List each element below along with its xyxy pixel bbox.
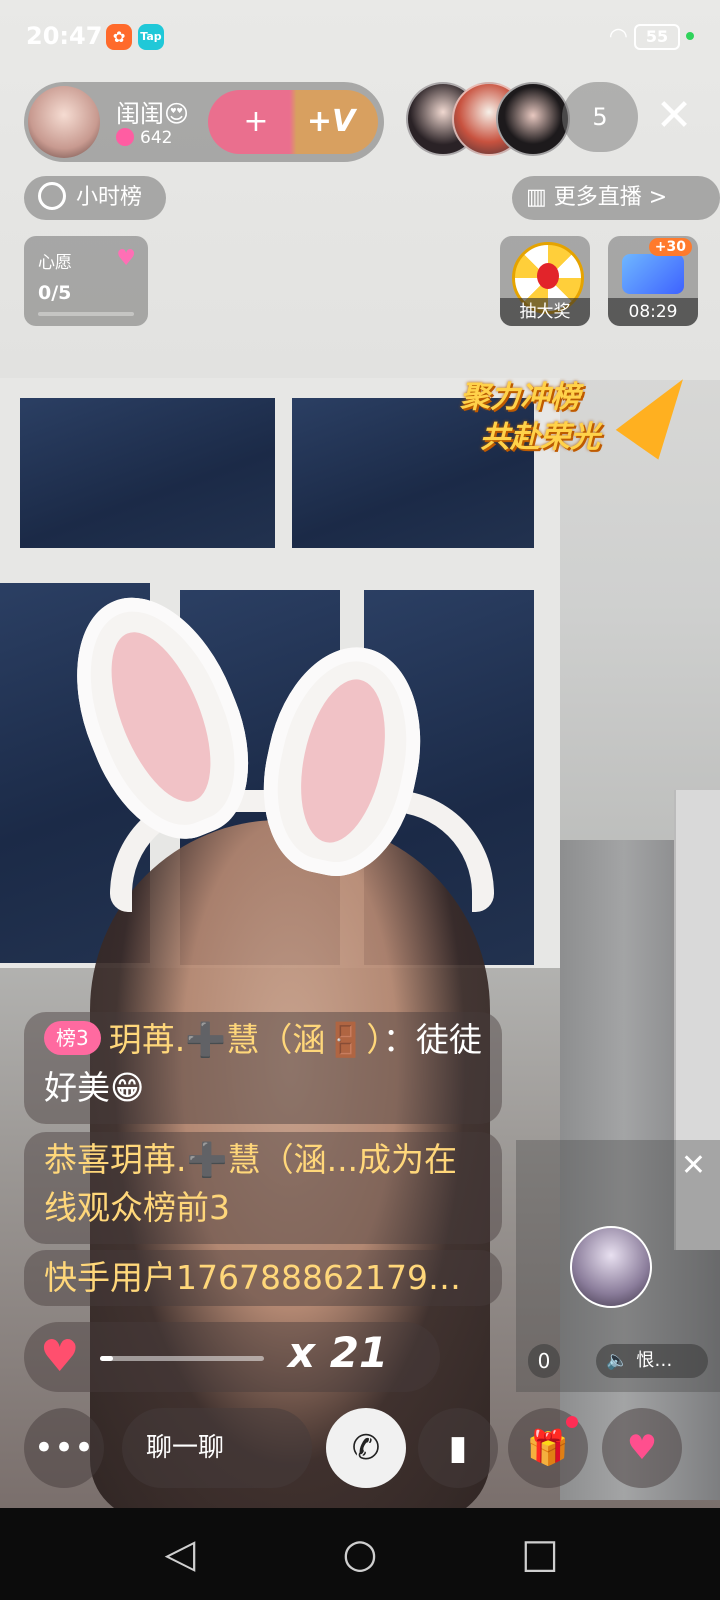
rank-badge: 榜3 [44, 1021, 101, 1055]
more-live-label: 更多直播 > [553, 185, 668, 210]
popularity-icon [622, 254, 684, 294]
more-icon[interactable]: ••• [24, 1408, 104, 1488]
speaker-label: 恨… [636, 1350, 673, 1371]
chat-input[interactable]: 聊一聊 [122, 1408, 312, 1488]
viewer-avatar[interactable] [496, 82, 570, 156]
wish-title: 心愿 [38, 253, 72, 273]
speaker-icon: 🔈 [606, 1350, 629, 1371]
viewer-avatars[interactable] [406, 82, 570, 156]
close-icon[interactable]: ✕ [681, 1148, 706, 1183]
gift-icon[interactable]: 🎁 [508, 1408, 588, 1488]
host-card[interactable]: 闺闺😍 642 + +V [24, 82, 384, 162]
ceremony-card-icon[interactable]: ▮ [418, 1408, 498, 1488]
wish-progress-bar [38, 312, 134, 316]
likes-count: 642 [140, 128, 173, 148]
wish-progress: 0/5 [38, 282, 72, 304]
bar-chart-icon: ▥ [526, 185, 554, 210]
mini-player[interactable]: ✕ 0 🔈 恨… [516, 1140, 720, 1392]
combo-progress [100, 1356, 264, 1361]
status-dot [686, 32, 694, 40]
bonus-badge: +30 [648, 238, 692, 256]
system-message-text: 恭喜玥苒.➕慧（涵...成为在线观众榜前3 [44, 1140, 458, 1227]
guest-avatar[interactable] [570, 1226, 652, 1308]
arrow-icon [615, 364, 705, 460]
heart-icon [116, 128, 134, 146]
more-live-chip[interactable]: ▥ 更多直播 > [512, 176, 720, 220]
system-navigation-bar: ◁ ○ □ [0, 1508, 720, 1600]
window-pane [20, 398, 275, 548]
recents-icon[interactable]: □ [518, 1532, 562, 1576]
promo-line-2: 共赴荣光 [480, 420, 600, 455]
popularity-tile[interactable]: +30 08:29 [608, 236, 698, 326]
follow-button[interactable]: + [226, 98, 286, 146]
guest-count: 0 [528, 1344, 560, 1378]
close-icon[interactable]: ✕ [646, 88, 702, 144]
lottery-label: 抽大奖 [500, 298, 590, 326]
host-likes: 642 [116, 128, 172, 148]
status-time: 20:47 [26, 22, 103, 50]
viewer-count[interactable]: 5 [562, 82, 638, 152]
combo-multiplier: x 21 [288, 1328, 389, 1377]
lottery-tile[interactable]: 抽大奖 [500, 236, 590, 326]
countdown-timer: 08:29 [608, 298, 698, 326]
status-bar: 20:47 ✿ Tap ◠ 55 [26, 20, 694, 54]
bottom-toolbar: ••• 聊一聊 ✆ ▮ 🎁 ♥ [0, 1408, 720, 1492]
heart-icon[interactable]: ♥ [40, 1334, 88, 1380]
wifi-icon: ◠ [608, 24, 628, 49]
wish-card[interactable]: 心愿 ♥ 0/5 [24, 236, 148, 326]
tap-icon: Tap [138, 24, 164, 50]
back-icon[interactable]: ◁ [158, 1532, 202, 1576]
battery-indicator: 55 [634, 24, 680, 50]
promo-line-1: 聚力冲榜 [460, 380, 580, 415]
hourly-rank-label: 小时榜 [76, 185, 143, 210]
chat-text: 快手用户176788862179… [44, 1258, 461, 1297]
home-icon[interactable]: ○ [338, 1532, 382, 1576]
chat-username[interactable]: 玥苒.➕慧（涵🚪） [109, 1020, 383, 1059]
combo-progress-fill [100, 1356, 114, 1361]
clock-icon [38, 182, 66, 210]
notification-dot [566, 1416, 578, 1428]
like-combo-bar[interactable]: ♥ x 21 [24, 1322, 440, 1392]
host-avatar[interactable] [28, 86, 100, 158]
video-call-icon[interactable]: ✆ [326, 1408, 406, 1488]
kuaishou-icon: ✿ [106, 24, 132, 50]
hourly-rank-chip[interactable]: 小时榜 [24, 176, 166, 220]
rank-promo-banner[interactable]: 聚力冲榜 共赴荣光 [454, 364, 705, 462]
follow-button-group[interactable]: + +V [208, 90, 378, 154]
chat-message[interactable]: 榜3 玥苒.➕慧（涵🚪）：徒徒好美😁 [24, 1012, 502, 1124]
heart-plus-icon[interactable]: ♥ [602, 1408, 682, 1488]
host-name: 闺闺😍 [116, 100, 190, 128]
vip-button[interactable]: +V [296, 98, 366, 146]
chat-system-message: 恭喜玥苒.➕慧（涵...成为在线观众榜前3 [24, 1132, 502, 1244]
heart-gift-icon: ♥ [116, 246, 136, 271]
speaker-chip[interactable]: 🔈 恨… [596, 1344, 708, 1378]
chat-message[interactable]: 快手用户176788862179… [24, 1250, 502, 1306]
